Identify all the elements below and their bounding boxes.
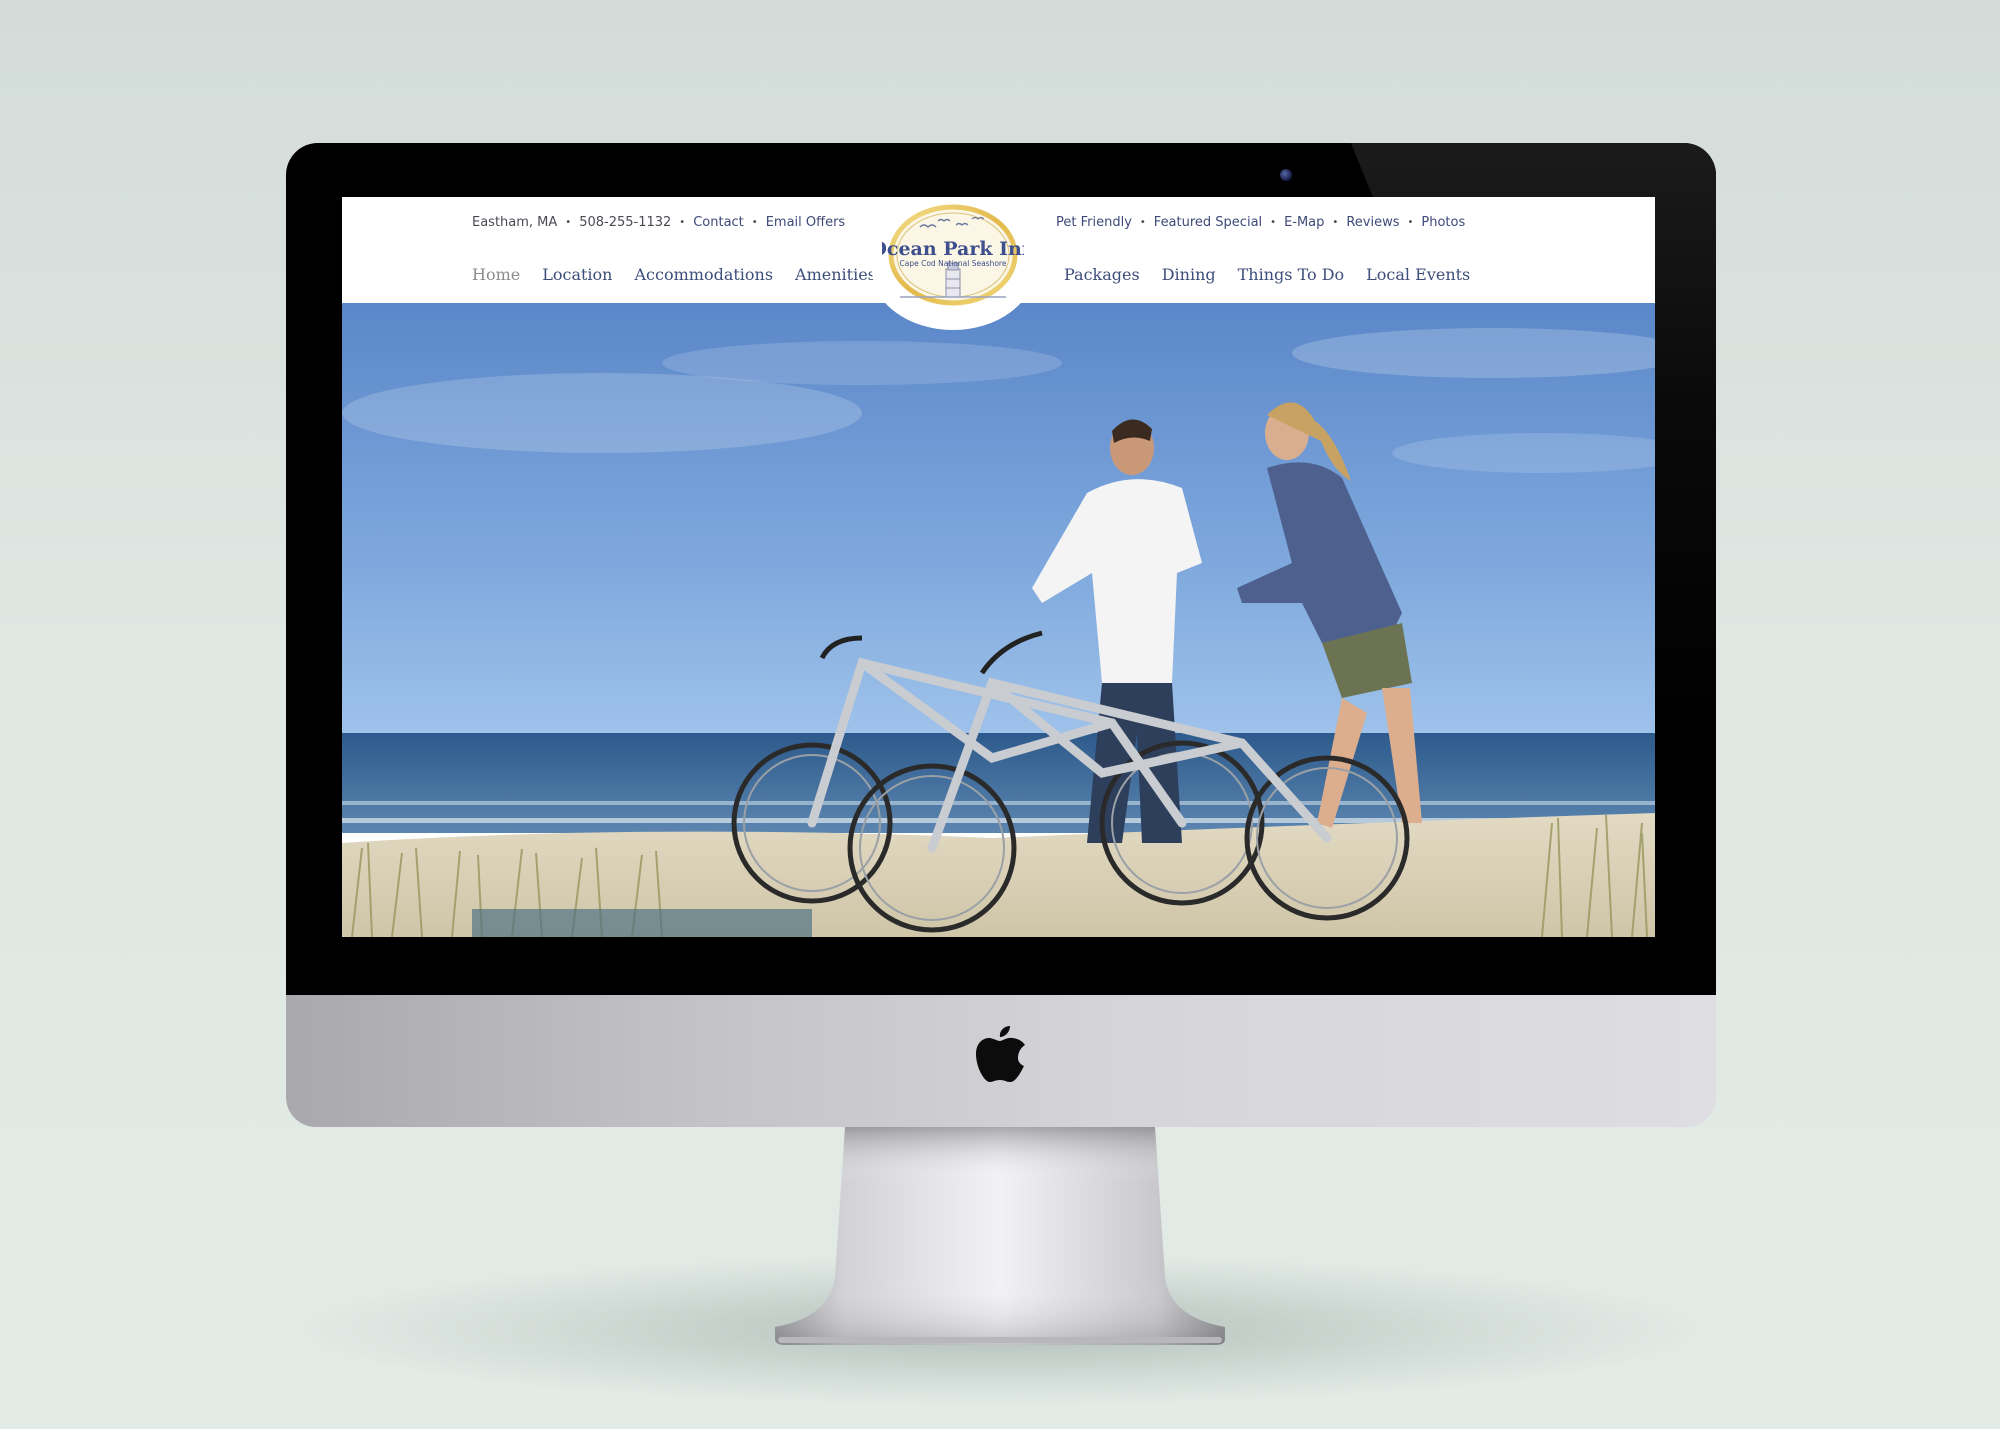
nav-local-events[interactable]: Local Events	[1366, 265, 1470, 284]
hero-image	[342, 303, 1655, 937]
separator-dot: •	[1139, 217, 1146, 228]
browser-viewport: Eastham, MA • 508-255-1132 • Contact • E…	[342, 197, 1655, 937]
main-nav-left: Home Location Accommodations Amenities	[472, 265, 898, 284]
hero-caption-box	[472, 909, 812, 937]
nav-home[interactable]: Home	[472, 265, 520, 284]
pet-friendly-link[interactable]: Pet Friendly	[1056, 215, 1132, 230]
separator-dot: •	[751, 217, 758, 228]
logo-emblem: Ocean Park Inn Cape Cod National Seashor…	[882, 204, 1024, 306]
logo-wordmark: Ocean Park Inn	[882, 238, 1024, 260]
photos-link[interactable]: Photos	[1421, 215, 1465, 230]
nav-location[interactable]: Location	[542, 265, 612, 284]
main-nav-right: Packages Dining Things To Do Local Event…	[1064, 265, 1492, 284]
featured-special-link[interactable]: Featured Special	[1154, 215, 1262, 230]
separator-dot: •	[1332, 217, 1339, 228]
nav-dining[interactable]: Dining	[1162, 265, 1216, 284]
utility-nav-left: Eastham, MA • 508-255-1132 • Contact • E…	[472, 215, 845, 230]
hero-photo-beach-cyclists	[342, 303, 1655, 937]
webcam-icon	[1280, 169, 1292, 181]
nav-accommodations[interactable]: Accommodations	[634, 265, 773, 284]
nav-amenities[interactable]: Amenities	[795, 265, 876, 284]
separator-dot: •	[1270, 217, 1277, 228]
nav-things-to-do[interactable]: Things To Do	[1238, 265, 1345, 284]
imac-stand	[775, 1127, 1225, 1345]
apple-icon	[976, 1026, 1025, 1082]
location-text: Eastham, MA	[472, 215, 558, 230]
e-map-link[interactable]: E-Map	[1284, 215, 1324, 230]
separator-dot: •	[1407, 217, 1414, 228]
utility-nav-right: Pet Friendly • Featured Special • E-Map …	[1056, 215, 1465, 230]
separator-dot: •	[565, 217, 572, 228]
separator-dot: •	[679, 217, 686, 228]
reviews-link[interactable]: Reviews	[1346, 215, 1399, 230]
mockup-stage: Eastham, MA • 508-255-1132 • Contact • E…	[0, 0, 2000, 1429]
contact-link[interactable]: Contact	[693, 215, 744, 230]
nav-packages[interactable]: Packages	[1064, 265, 1140, 284]
logo-tagline: Cape Cod National Seashore	[900, 259, 1007, 268]
phone-number[interactable]: 508-255-1132	[579, 215, 671, 230]
email-offers-link[interactable]: Email Offers	[766, 215, 846, 230]
site-logo[interactable]: Ocean Park Inn Cape Cod National Seashor…	[872, 197, 1034, 330]
